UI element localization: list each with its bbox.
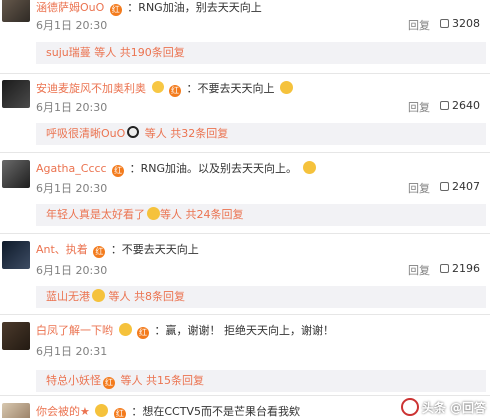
watermark-text: 头条 @回答 [421, 401, 486, 415]
like-count: 3208 [452, 17, 480, 30]
comment-text: ：赢，谢谢！ 拒绝天天向上，谢谢！ [154, 324, 335, 337]
emoji-icon [92, 289, 105, 302]
comment-text: ：想在CCTV5而不是芒果台看我欸 [131, 405, 300, 418]
panda-icon [127, 126, 140, 138]
avatar[interactable] [2, 403, 30, 418]
emoji-icon [302, 161, 316, 174]
crown-icon [151, 81, 164, 93]
fan-badge-icon: 红 [113, 408, 126, 418]
thumbs-up-icon [440, 101, 449, 110]
reply-button[interactable]: 回复 [408, 262, 430, 278]
fan-badge-icon: 红 [93, 246, 106, 258]
avatar[interactable] [2, 80, 30, 108]
comment-date: 6月1日 20:31 [36, 345, 108, 358]
like-button[interactable]: 2407 [440, 180, 480, 193]
like-button[interactable]: 3208 [440, 17, 480, 30]
reply-summary[interactable]: suju瑞蔓 等人 共190条回复 [36, 42, 486, 64]
avatar[interactable] [2, 322, 30, 350]
reply-summary[interactable]: 呼吸很清晰OuO 等人 共32条回复 [36, 123, 486, 145]
reply-summary-user[interactable]: 蓝山无港 [46, 290, 90, 303]
reply-button[interactable]: 回复 [408, 180, 430, 196]
comment-username[interactable]: Ant、执着 [36, 243, 88, 256]
comment-date: 6月1日 20:30 [36, 19, 108, 32]
watermark: 头条 @回答 [400, 398, 486, 416]
emoji-icon [118, 323, 132, 336]
comment-username[interactable]: Agatha_Cccc [36, 162, 107, 175]
avatar[interactable] [2, 0, 30, 22]
like-button[interactable]: 2640 [440, 99, 480, 112]
thumbs-up-icon [440, 19, 449, 28]
divider [0, 233, 490, 234]
fan-badge-icon: 红 [109, 4, 122, 16]
reply-summary[interactable]: 特总小妖怪红 等人 共15条回复 [36, 370, 486, 392]
like-count: 2407 [452, 180, 480, 193]
like-count: 2640 [452, 99, 480, 112]
reply-summary-count: 等人 共32条回复 [141, 127, 229, 140]
comment-date: 6月1日 20:30 [36, 182, 108, 195]
fan-badge-icon: 红 [112, 165, 125, 177]
reply-button[interactable]: 回复 [408, 99, 430, 115]
like-button[interactable]: 2196 [440, 262, 480, 275]
reply-summary[interactable]: 蓝山无港 等人 共8条回复 [36, 286, 486, 308]
reply-summary-user[interactable]: 特总小妖怪 [46, 374, 101, 387]
divider [0, 152, 490, 153]
comment-text: ：不要去天天向上 [186, 82, 275, 95]
comment-text: ：不要去天天向上 [110, 243, 199, 256]
reply-summary[interactable]: 年轻人真是太好看了 等人 共24条回复 [36, 204, 486, 226]
divider [0, 395, 490, 396]
thumbs-up-icon [440, 182, 449, 191]
emoji-icon [95, 404, 109, 417]
toutiao-logo-icon [400, 398, 419, 416]
fan-badge-icon: 红 [103, 377, 115, 389]
reply-summary-user[interactable]: 呼吸很清晰OuO [46, 127, 125, 140]
fan-badge-icon: 红 [137, 327, 149, 339]
reply-summary-count: 等人 共190条回复 [90, 46, 185, 59]
comment-date: 6月1日 20:30 [36, 101, 108, 114]
avatar[interactable] [2, 160, 30, 188]
emoji-icon [147, 207, 160, 220]
comment-date: 6月1日 20:30 [36, 264, 108, 277]
comment-username[interactable]: 安迪麦旋风不加奥利奥 [36, 82, 146, 95]
reply-summary-user[interactable]: 年轻人真是太好看了 [46, 208, 145, 221]
thumbs-up-icon [440, 264, 449, 273]
fan-badge-icon: 红 [169, 85, 181, 97]
reply-summary-count: 等人 共8条回复 [105, 290, 185, 303]
reply-summary-count: 等人 共15条回复 [117, 374, 204, 387]
comment-username[interactable]: 涵德萨姆OuO [36, 1, 104, 14]
comment-text: ：RNG加油。以及别去天天向上。 [129, 162, 298, 175]
comment-text: ：RNG加油，别去天天向上 [127, 1, 262, 14]
like-count: 2196 [452, 262, 480, 275]
divider [0, 73, 490, 74]
reply-summary-count: 等人 共24条回复 [160, 208, 244, 221]
avatar[interactable] [2, 241, 30, 269]
comment-username[interactable]: 白凤了解一下哟 [36, 324, 113, 337]
divider [0, 314, 490, 315]
emoji-icon [280, 81, 293, 94]
reply-button[interactable]: 回复 [408, 17, 430, 33]
comment-username[interactable]: 你会被的★ [36, 405, 90, 418]
reply-summary-user[interactable]: suju瑞蔓 [46, 46, 91, 59]
